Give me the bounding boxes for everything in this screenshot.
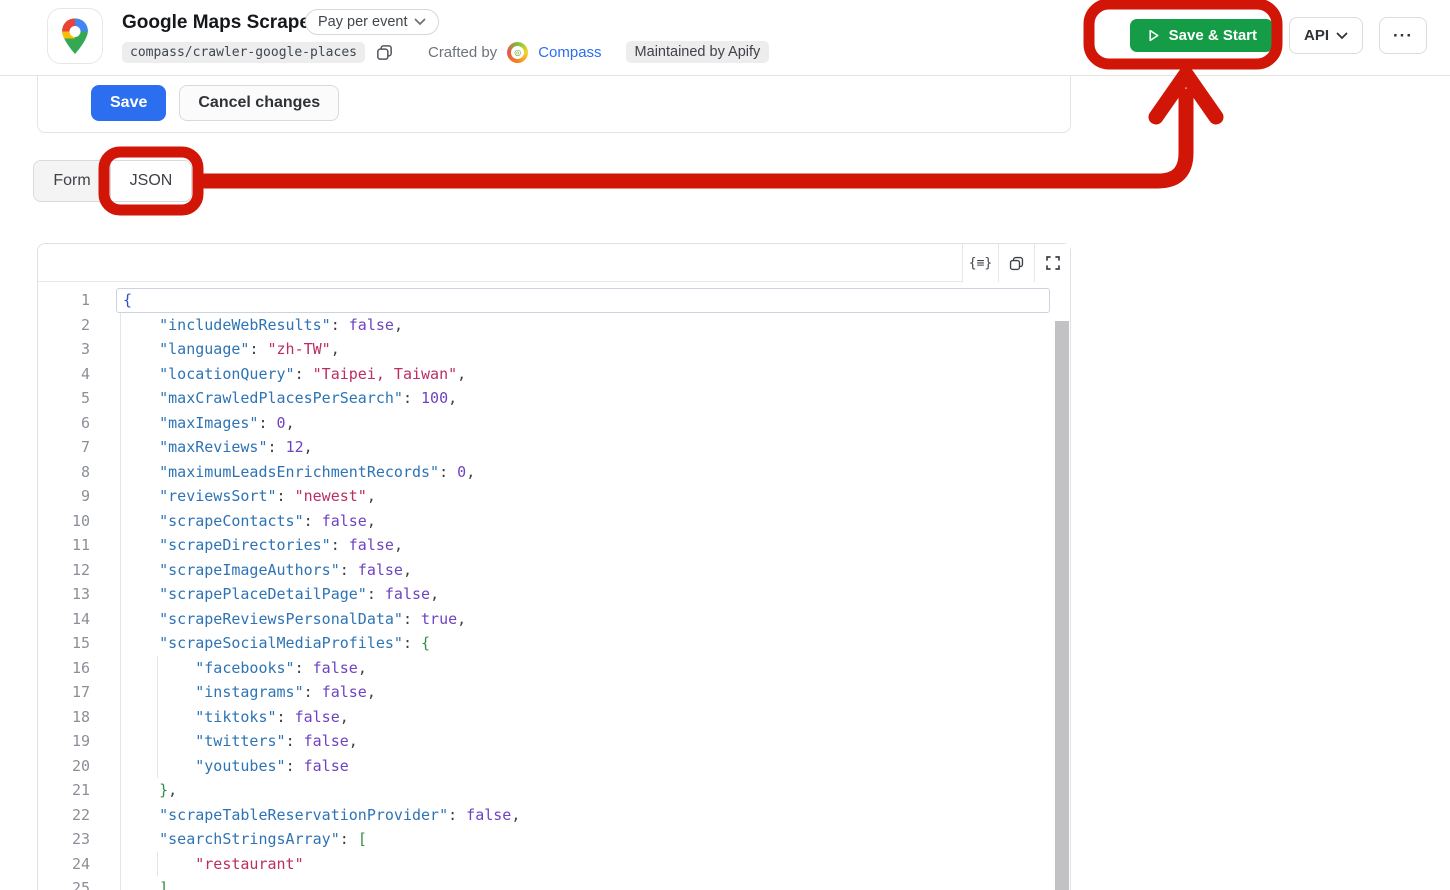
- line-number: 23: [71, 830, 90, 848]
- line-number: 6: [80, 413, 90, 432]
- annotation-arrow-head: [1148, 66, 1224, 125]
- line-number: 12: [71, 560, 90, 579]
- crafted-by-label: Crafted by: [427, 43, 498, 61]
- save-and-start-label: Save & Start: [1168, 27, 1257, 44]
- code-line[interactable]: 18 "tiktoks": false,: [38, 705, 1070, 730]
- line-number: 7: [80, 438, 90, 456]
- line-number: 1: [80, 291, 90, 309]
- line-number: 13: [71, 585, 90, 603]
- code-line[interactable]: 19 "twitters": false,: [38, 729, 1070, 754]
- more-options-button[interactable]: ···: [1379, 17, 1427, 54]
- line-number: 2: [80, 315, 90, 334]
- api-dropdown-button[interactable]: API: [1289, 17, 1364, 54]
- input-view-tabs: Form JSON: [33, 160, 192, 202]
- line-number: 15: [71, 634, 90, 652]
- line-number: 14: [71, 609, 90, 628]
- pricing-model-label: Pay per event: [318, 14, 408, 30]
- format-json-button[interactable]: {≡}: [962, 244, 998, 282]
- code-line[interactable]: 5 "maxCrawledPlacesPerSearch": 100,: [38, 386, 1070, 411]
- line-number: 9: [80, 487, 90, 505]
- line-number: 16: [71, 658, 90, 677]
- actor-header: Google Maps Scraper Pay per event compas…: [0, 0, 1450, 76]
- tab-json[interactable]: JSON: [111, 161, 191, 201]
- line-number: 4: [80, 364, 90, 383]
- line-number: 10: [71, 511, 90, 530]
- code-line[interactable]: 17 "instagrams": false,: [38, 680, 1070, 705]
- page-title: Google Maps Scraper: [122, 12, 318, 33]
- code-line[interactable]: 12 "scrapeImageAuthors": false,: [38, 558, 1070, 583]
- code-line[interactable]: 7 "maxReviews": 12,: [38, 435, 1070, 460]
- code-line[interactable]: 4 "locationQuery": "Taipei, Taiwan",: [38, 362, 1070, 387]
- tab-form[interactable]: Form: [34, 161, 111, 201]
- code-line[interactable]: 8 "maximumLeadsEnrichmentRecords": 0,: [38, 460, 1070, 485]
- chevron-down-icon: [415, 18, 426, 26]
- format-json-icon: {≡}: [968, 255, 993, 271]
- line-number: 19: [71, 732, 90, 750]
- json-editor[interactable]: 1{2 "includeWebResults": false, 3 "langua…: [38, 282, 1070, 890]
- line-number: 21: [71, 781, 90, 799]
- google-maps-pin-icon: [47, 8, 103, 64]
- save-button[interactable]: Save: [91, 85, 167, 121]
- chevron-down-icon: [1336, 32, 1348, 39]
- copy-icon: [1009, 256, 1024, 270]
- copy-actor-path-button[interactable]: [375, 43, 394, 62]
- api-label: API: [1304, 27, 1330, 44]
- code-line[interactable]: 20 "youtubes": false: [38, 754, 1070, 779]
- code-line[interactable]: 1{: [38, 288, 1070, 313]
- author-link[interactable]: Compass: [538, 44, 601, 61]
- code-line[interactable]: 6 "maxImages": 0,: [38, 411, 1070, 436]
- compass-logo-icon: ◎: [507, 41, 529, 63]
- copy-icon: [377, 44, 392, 60]
- code-line[interactable]: 2 "includeWebResults": false,: [38, 313, 1070, 338]
- code-line[interactable]: 24 "restaurant": [38, 852, 1070, 877]
- code-line[interactable]: 13 "scrapePlaceDetailPage": false,: [38, 582, 1070, 607]
- line-number: 17: [71, 683, 90, 701]
- save-and-start-button[interactable]: Save & Start: [1129, 19, 1273, 52]
- code-line[interactable]: 11 "scrapeDirectories": false,: [38, 533, 1070, 558]
- code-line[interactable]: 3 "language": "zh-TW",: [38, 337, 1070, 362]
- fullscreen-icon: [1045, 256, 1060, 270]
- code-line[interactable]: 21 },: [38, 778, 1070, 803]
- code-line[interactable]: 15 "scrapeSocialMediaProfiles": {: [38, 631, 1070, 656]
- editor-toolbar: {≡}: [38, 244, 1070, 282]
- line-number: 11: [71, 536, 90, 554]
- line-number: 24: [71, 854, 90, 873]
- code-line[interactable]: 23 "searchStringsArray": [: [38, 827, 1070, 852]
- line-number: 18: [71, 707, 90, 726]
- copy-json-button[interactable]: [998, 244, 1034, 282]
- pricing-model-dropdown[interactable]: Pay per event: [305, 9, 440, 35]
- code-line[interactable]: 10 "scrapeContacts": false,: [38, 509, 1070, 534]
- line-number: 25: [71, 879, 90, 890]
- ellipsis-icon: ···: [1393, 25, 1413, 45]
- line-number: 3: [80, 340, 90, 358]
- cancel-changes-button[interactable]: Cancel changes: [179, 85, 340, 121]
- line-number: 22: [71, 805, 90, 824]
- line-number: 5: [80, 389, 90, 407]
- maintained-by-badge: Maintained by Apify: [625, 41, 770, 63]
- json-editor-card: {≡} 1{2 "includeWebResults": false, 3 "la…: [37, 243, 1071, 890]
- editor-vertical-scrollbar[interactable]: [1055, 321, 1069, 890]
- actor-path-badge: compass/crawler-google-places: [122, 41, 365, 63]
- play-icon: [1149, 29, 1159, 42]
- line-number: 20: [71, 756, 90, 775]
- code-line[interactable]: 22 "scrapeTableReservationProvider": fal…: [38, 803, 1070, 828]
- fullscreen-button[interactable]: [1034, 244, 1070, 282]
- code-line[interactable]: 25 ]: [38, 876, 1070, 890]
- line-number: 8: [80, 462, 90, 481]
- code-line[interactable]: 16 "facebooks": false,: [38, 656, 1070, 681]
- code-line[interactable]: 14 "scrapeReviewsPersonalData": true,: [38, 607, 1070, 632]
- code-line[interactable]: 9 "reviewsSort": "newest",: [38, 484, 1070, 509]
- input-actions-card: Save Cancel changes: [37, 76, 1071, 133]
